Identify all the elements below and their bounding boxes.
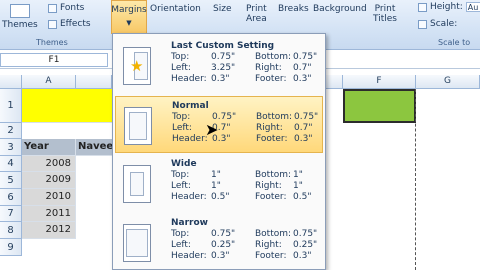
select-all-corner[interactable] xyxy=(0,75,22,89)
chevron-down-icon: ▼ xyxy=(126,19,132,27)
row-header-5[interactable]: 5 xyxy=(0,172,22,189)
star-icon: ★ xyxy=(130,57,144,75)
row-header-9[interactable]: 9 xyxy=(0,239,22,256)
margin-option-narrow[interactable]: Narrow Top: 0.75" Bottom: 0.75" Left: 0.… xyxy=(115,214,323,270)
print-area-button[interactable]: Print Area xyxy=(246,4,267,24)
cell-a7[interactable]: 2011 xyxy=(22,206,76,222)
column-header-a[interactable]: A xyxy=(22,75,76,89)
row-header-3[interactable]: 3 xyxy=(0,139,22,156)
cell-a6[interactable]: 2010 xyxy=(22,189,76,206)
page-break-line xyxy=(415,89,416,270)
cell-a1-merged[interactable] xyxy=(22,89,114,123)
size-button[interactable]: Size xyxy=(213,4,231,14)
scale-control[interactable]: Scale: xyxy=(418,19,457,29)
name-box[interactable]: F1 xyxy=(0,53,108,67)
themes-button[interactable]: Themes xyxy=(2,4,38,30)
height-control[interactable]: Height: Au xyxy=(418,2,480,12)
print-titles-button[interactable]: Print Titles xyxy=(373,4,397,24)
row-header-1[interactable]: 1 xyxy=(0,89,22,123)
scale-to-fit-group-label: Scale to xyxy=(438,38,471,47)
cell-a4[interactable]: 2008 xyxy=(22,156,76,172)
effects-button[interactable]: Effects xyxy=(48,19,91,29)
page-thumbnail-icon xyxy=(123,165,151,203)
row-header-4[interactable]: 4 xyxy=(0,156,22,172)
cell-a8[interactable]: 2012 xyxy=(22,222,76,239)
margin-option-normal[interactable]: Normal Top: 0.75" Bottom: 0.75" Left: 0.… xyxy=(115,96,323,153)
scale-icon xyxy=(418,19,427,29)
column-header-e[interactable] xyxy=(326,75,343,89)
cell-b3[interactable]: Navee xyxy=(76,139,114,156)
cell-a3[interactable]: Year xyxy=(22,139,76,156)
margins-dropdown: ★ Last Custom Setting Top: 0.75" Bottom:… xyxy=(112,33,326,270)
margins-button[interactable]: Margins ▼ xyxy=(111,0,147,34)
row-header-8[interactable]: 8 xyxy=(0,222,22,239)
effects-icon xyxy=(48,19,57,29)
themes-icon xyxy=(9,4,30,18)
height-icon xyxy=(418,2,427,12)
margin-option-last-custom[interactable]: ★ Last Custom Setting Top: 0.75" Bottom:… xyxy=(115,37,323,94)
breaks-button[interactable]: Breaks xyxy=(278,4,309,14)
row-header-2[interactable]: 2 xyxy=(0,123,22,139)
row-header-6[interactable]: 6 xyxy=(0,189,22,206)
row-header-7[interactable]: 7 xyxy=(0,206,22,222)
height-field[interactable]: Au xyxy=(465,2,480,12)
page-thumbnail-icon: ★ xyxy=(123,47,151,85)
cell-a5[interactable]: 2009 xyxy=(22,172,76,189)
column-header-g[interactable]: G xyxy=(416,75,480,89)
fonts-button[interactable]: Fonts xyxy=(48,3,84,13)
themes-group-label: Themes xyxy=(36,38,68,47)
margin-option-wide[interactable]: Wide Top: 1" Bottom: 1" Left: 1" Right: … xyxy=(115,155,323,212)
cell-f1-selected[interactable] xyxy=(343,89,416,123)
fonts-icon xyxy=(48,3,57,13)
page-thumbnail-icon xyxy=(124,107,152,145)
column-header-f[interactable]: F xyxy=(343,75,416,89)
mouse-pointer-icon: ➤ xyxy=(205,120,219,139)
column-header-b[interactable] xyxy=(76,75,112,89)
background-button[interactable]: Background xyxy=(313,4,367,14)
orientation-button[interactable]: Orientation xyxy=(150,4,201,14)
page-thumbnail-icon xyxy=(123,224,151,262)
